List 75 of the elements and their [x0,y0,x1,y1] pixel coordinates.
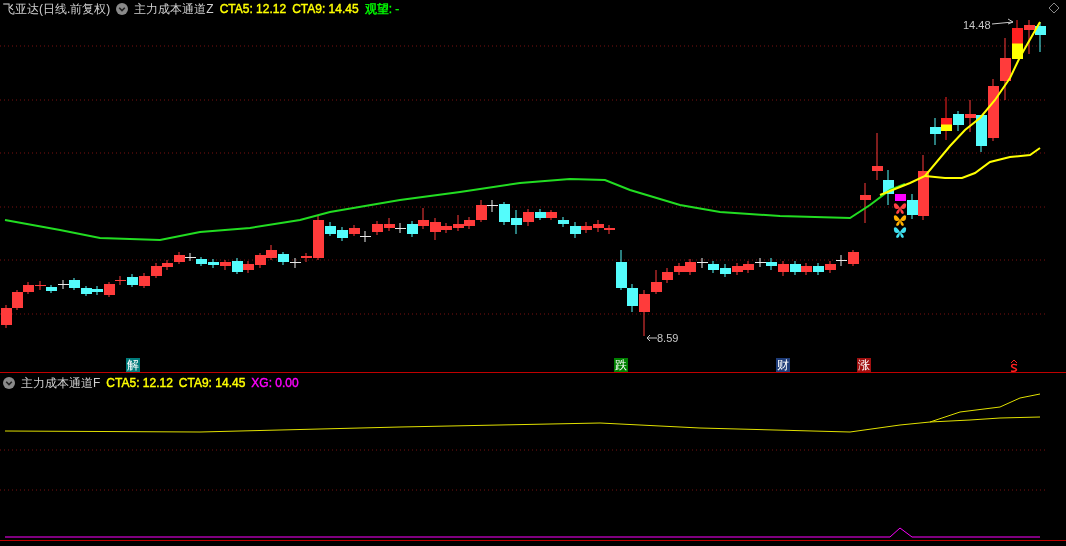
candlestick [708,260,719,274]
candlestick [1035,21,1046,53]
candlestick [848,249,859,267]
candlestick [766,257,777,271]
indicator-value: CTA9: 14.45 [178,376,246,390]
candlestick [185,252,196,262]
butterfly-icon [893,215,907,226]
butterfly-icon [893,203,907,214]
candlestick [255,252,266,269]
indicator-value: 观望: - [364,0,400,18]
signal-mark [895,194,906,201]
candlestick [349,224,360,237]
candlestick [337,226,348,242]
indicator-value: CTA5: 12.12 [219,2,287,16]
candlestick [1024,19,1035,55]
candlestick [616,249,627,291]
high-price-label: 14.48 [963,19,991,31]
candlestick [290,257,301,269]
candlestick [266,244,277,261]
candlestick [372,220,383,236]
candlestick [58,279,69,290]
dropdown-icon[interactable] [116,3,129,15]
indicator-value: CTA5: 12.12 [106,376,173,390]
candlestick [883,169,894,206]
candlestick [778,260,789,277]
candlestick [546,209,557,221]
candlestick [69,277,80,291]
candlestick [836,254,847,267]
dropdown-icon[interactable] [3,377,15,389]
stock-title: 飞亚达(日线.前复权) [3,0,111,18]
indicator-name: 主力成本通道Z [134,0,214,18]
indicator-name: 主力成本通道F [21,374,101,392]
event-marker: 财 [776,358,790,372]
indicator-value: CTA9: 14.45 [292,2,359,16]
candlestick [81,285,92,297]
candlestick [1,304,12,329]
candlestick [46,284,57,294]
candlestick [127,273,138,288]
candlestick [35,280,46,291]
candlestick [581,221,592,234]
candlestick [151,262,162,279]
event-marker: 涨 [857,358,871,372]
candlestick [162,259,173,271]
candlestick [674,262,685,276]
candlestick [243,260,254,274]
arrow-icon [991,18,1014,25]
event-marker: 跌 [614,358,628,372]
candlestick [743,260,754,274]
candlestick [208,258,219,269]
butterfly-icon [893,227,907,238]
event-marker: 解 [126,358,140,372]
candlestick [360,230,371,243]
arrow-icon [646,334,658,342]
candlestick [593,219,604,233]
candlestick [604,224,615,235]
candlestick [872,132,883,181]
up-arrow-icon [1010,359,1018,372]
candlestick [720,263,731,278]
low-price-label: 8.59 [657,332,679,344]
candlestick [278,251,289,266]
candlestick [139,272,150,289]
indicator-value: XG: 0.00 [251,376,299,390]
candlestick [196,256,207,267]
candlestick [790,260,801,276]
candlestick [813,262,824,276]
candlestick [755,257,766,268]
diamond-icon[interactable] [1048,2,1060,14]
candlestick [732,262,743,276]
candlestick [860,182,871,224]
candlestick [801,262,812,276]
candlestick [174,251,185,265]
candlestick [418,207,429,230]
candlestick [384,217,395,232]
candlestick [511,209,522,235]
candlestick [825,260,836,274]
